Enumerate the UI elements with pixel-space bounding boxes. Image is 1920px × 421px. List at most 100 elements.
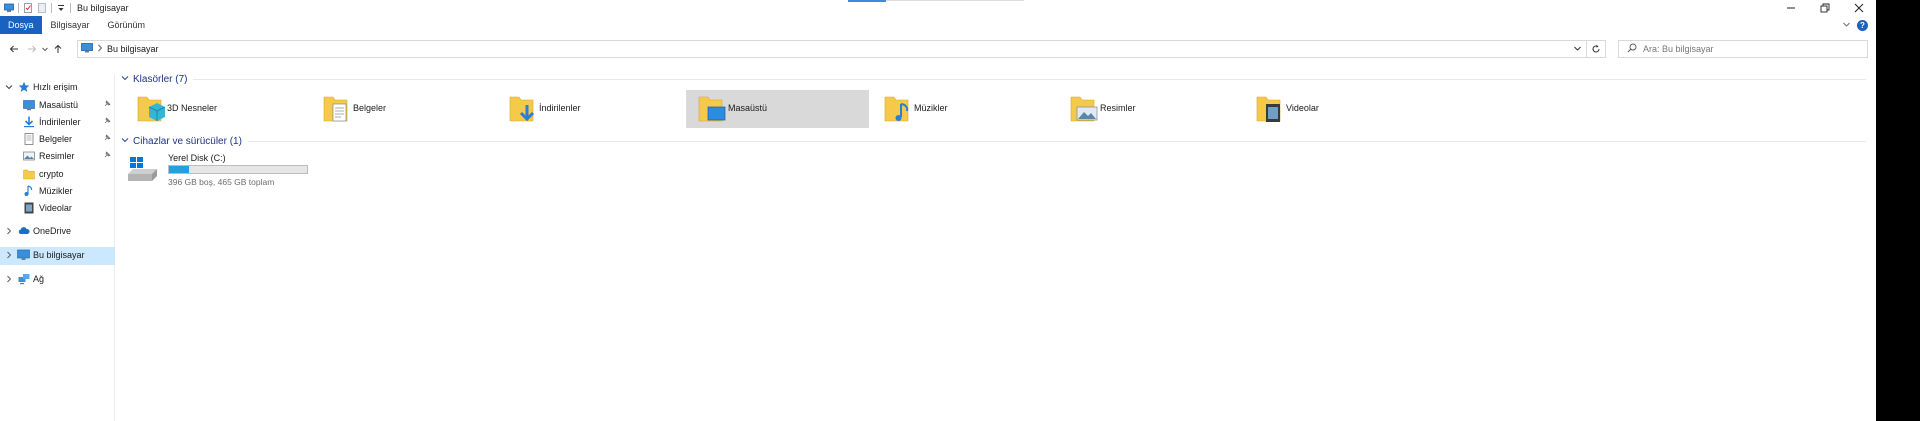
nav-label: Bu bilgisayar [33, 250, 85, 260]
toolbar-separator [18, 3, 19, 13]
nav-item-downloads[interactable]: İndirilenler [0, 114, 115, 131]
back-button[interactable] [6, 41, 22, 57]
folder-label: Resimler [1100, 103, 1136, 113]
address-dropdown-icon[interactable] [1573, 44, 1582, 55]
nav-label: Resimler [39, 151, 75, 161]
folder-pictures[interactable]: Resimler [1058, 90, 1241, 128]
refresh-button[interactable] [1587, 40, 1606, 58]
recent-locations-button[interactable] [40, 41, 50, 57]
title-bar: Bu bilgisayar [0, 0, 1876, 16]
folder-3d-objects[interactable]: 3D Nesneler [125, 90, 308, 128]
ribbon-right-controls: ? [1842, 16, 1876, 34]
computer-icon [17, 249, 30, 261]
minimize-button[interactable] [1774, 0, 1808, 16]
forward-button[interactable] [24, 41, 40, 57]
chevron-down-icon[interactable] [121, 74, 129, 84]
ribbon-tabs: Dosya Bilgisayar Görünüm ? [0, 16, 1876, 34]
close-button[interactable] [1842, 0, 1876, 16]
drive-usage-bar [168, 165, 308, 174]
folder-icon [23, 168, 35, 180]
nav-network[interactable]: Ağ [0, 271, 115, 288]
drive-usage-fill [169, 166, 190, 173]
drive-space-text: 396 GB boş, 465 GB toplam [168, 177, 275, 187]
search-input[interactable]: Ara: Bu bilgisayar [1643, 44, 1714, 54]
navigation-row: Bu bilgisayar Ara: Bu bilgisayar [0, 38, 1876, 60]
drives-group-label: Cihazlar ve sürücüler (1) [133, 135, 242, 147]
nav-label: crypto [39, 169, 64, 179]
tab-file[interactable]: Dosya [0, 16, 42, 34]
nav-this-pc[interactable]: Bu bilgisayar [0, 247, 115, 265]
toolbar-separator [70, 3, 71, 13]
up-button[interactable] [50, 41, 66, 57]
nav-label: Masaüstü [39, 100, 79, 110]
file-explorer-window: Bu bilgisayar Dosya Bilgisayar Görünüm ? [0, 0, 1876, 421]
window-controls [1774, 0, 1876, 16]
desktop-icon [23, 99, 35, 111]
chevron-down-icon[interactable] [121, 136, 129, 146]
folder-label: Videolar [1286, 103, 1319, 113]
nav-item-crypto[interactable]: crypto [0, 166, 115, 183]
folder-desktop[interactable]: Masaüstü [686, 90, 869, 128]
pin-icon[interactable] [103, 134, 111, 144]
navigation-pane: Hızlı erişim Masaüstü İndirilenler Belge… [0, 74, 115, 421]
search-box[interactable]: Ara: Bu bilgisayar [1618, 40, 1868, 58]
folders-group-header[interactable]: Klasörler (7) [117, 72, 1872, 86]
folder-downloads[interactable]: İndirilenler [497, 90, 680, 128]
drives-group-header[interactable]: Cihazlar ve sürücüler (1) [117, 134, 1872, 148]
nav-label: Belgeler [39, 134, 73, 144]
nav-item-documents[interactable]: Belgeler [0, 131, 115, 148]
nav-label: İndirilenler [39, 117, 81, 127]
folder-label: 3D Nesneler [167, 103, 218, 113]
nav-onedrive[interactable]: OneDrive [0, 223, 115, 240]
group-divider [247, 140, 1866, 142]
folder-videos[interactable]: Videolar [1244, 90, 1427, 128]
folder-label: Belgeler [353, 103, 387, 113]
chevron-right-icon[interactable] [5, 251, 13, 261]
new-folder-icon[interactable] [37, 3, 47, 13]
content-area: Klasörler (7) 3D Nesneler Belgeler İndir… [117, 70, 1876, 421]
documents-icon [23, 133, 35, 145]
address-bar[interactable]: Bu bilgisayar [77, 40, 1587, 58]
videos-icon [1256, 93, 1286, 125]
folders-group-label: Klasörler (7) [133, 73, 188, 85]
breadcrumb-separator-icon[interactable] [97, 44, 103, 54]
nav-quick-access[interactable]: Hızlı erişim [0, 79, 115, 96]
pictures-icon [23, 150, 35, 162]
breadcrumb-this-pc[interactable]: Bu bilgisayar [107, 44, 159, 54]
chevron-right-icon[interactable] [5, 275, 13, 285]
tab-computer[interactable]: Bilgisayar [42, 16, 99, 34]
drive-c[interactable]: Yerel Disk (C:) 396 GB boş, 465 GB topla… [127, 152, 347, 188]
nav-item-videos[interactable]: Videolar [0, 200, 115, 217]
pin-icon[interactable] [103, 151, 111, 161]
restore-button[interactable] [1808, 0, 1842, 16]
chevron-right-icon[interactable] [5, 227, 13, 237]
hard-drive-icon [127, 154, 159, 186]
customize-toolbar-icon[interactable] [56, 3, 66, 13]
group-divider [193, 78, 1866, 80]
pictures-icon [1070, 93, 1100, 125]
nav-item-music[interactable]: Müzikler [0, 183, 115, 200]
search-icon [1627, 43, 1637, 55]
computer-icon[interactable] [4, 3, 14, 13]
tab-view[interactable]: Görünüm [99, 16, 155, 34]
folder-label: İndirilenler [539, 103, 581, 113]
drive-name: Yerel Disk (C:) [168, 153, 226, 163]
folder-documents[interactable]: Belgeler [311, 90, 494, 128]
screen-background [1876, 0, 1920, 421]
help-icon[interactable]: ? [1857, 19, 1868, 31]
videos-icon [23, 202, 35, 214]
nav-label: Hızlı erişim [33, 82, 78, 92]
cloud-icon [18, 225, 30, 237]
nav-label: OneDrive [33, 226, 72, 236]
computer-icon [81, 43, 93, 55]
nav-item-pictures[interactable]: Resimler [0, 148, 115, 165]
pin-icon[interactable] [103, 100, 111, 110]
expand-ribbon-icon[interactable] [1842, 20, 1851, 31]
chevron-down-icon[interactable] [5, 83, 13, 93]
pin-icon[interactable] [103, 117, 111, 127]
folder-music[interactable]: Müzikler [872, 90, 1055, 128]
nav-label: Ağ [33, 274, 45, 284]
properties-icon[interactable] [23, 3, 33, 13]
title-divider [886, 0, 1024, 1]
nav-item-desktop[interactable]: Masaüstü [0, 97, 115, 114]
